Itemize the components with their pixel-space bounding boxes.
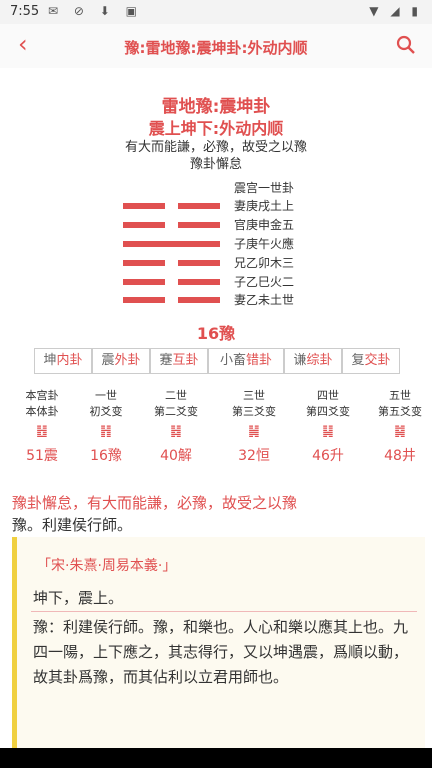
- generation-change: 第五爻变: [378, 405, 422, 418]
- hexagram-symbol-icon: ䷲: [36, 424, 48, 439]
- generation-column[interactable]: 四世 第四爻变 ䷭ 46升: [298, 388, 358, 465]
- related-outer-button[interactable]: 震外卦: [92, 348, 150, 374]
- search-icon[interactable]: [394, 33, 418, 57]
- generation-title: 二世: [165, 389, 187, 402]
- generation-change: 初爻变: [89, 405, 123, 418]
- generation-change: 第四爻变: [306, 405, 350, 418]
- related-type: 内卦: [56, 353, 83, 368]
- generation-hexagram: 16豫: [90, 448, 122, 464]
- notification-icons: ✉ ⊘ ⬇ ▣: [48, 4, 143, 18]
- related-cross-button[interactable]: 复交卦: [342, 348, 400, 374]
- generation-hexagram: 46升: [312, 448, 344, 464]
- commentary-body: 豫：利建侯行師。豫，和樂也。人心和樂以應其上也。九四一陽，上下應之，其志得行，又…: [33, 618, 409, 686]
- hexagram-line-segment: [178, 260, 220, 266]
- related-label: 小畜: [219, 353, 246, 368]
- status-bar: 7:55 ✉ ⊘ ⬇ ▣ ▼ ◢ ▮: [0, 0, 432, 24]
- commentary-heading: 坤下，震上。: [33, 589, 124, 607]
- line-label: 子乙巳火二: [234, 275, 295, 289]
- hexagram-line-segment: [178, 222, 220, 228]
- related-type: 交卦: [364, 353, 391, 368]
- page-title: 豫:雷地豫:震坤卦:外动内顺: [124, 39, 308, 57]
- generation-title: 本宫卦: [25, 389, 59, 402]
- generation-change: 第三爻变: [232, 405, 276, 418]
- commentary-source: 「宋·朱熹·周易本義·」: [37, 558, 177, 574]
- commentary-block: 「宋·朱熹·周易本義·」 坤下，震上。 豫：利建侯行師。豫，和樂也。人心和樂以應…: [12, 537, 425, 748]
- generation-title: 五世: [389, 389, 411, 402]
- system-icons: ▼ ◢ ▮: [369, 4, 422, 18]
- generation-change: 本体卦: [25, 405, 59, 418]
- line-label: 妻庚戌土上: [234, 199, 295, 213]
- generation-hexagram: 51震: [26, 448, 58, 464]
- generation-title: 一世: [95, 389, 117, 402]
- generation-column[interactable]: 一世 初爻变 ䷏ 16豫: [76, 388, 136, 465]
- status-time: 7:55: [10, 4, 40, 19]
- hexagram-line-segment: [123, 222, 165, 228]
- hexagram-symbol-icon: ䷏: [100, 424, 112, 439]
- generation-title: 四世: [317, 389, 339, 402]
- related-label: 蹇: [159, 353, 173, 368]
- palace-label: 震宫一世卦: [234, 181, 295, 195]
- system-nav-bar: [0, 748, 432, 768]
- related-label: 坤: [43, 353, 57, 368]
- related-mutual-button[interactable]: 蹇互卦: [150, 348, 208, 374]
- hexagram-line-segment: [178, 203, 220, 209]
- hexagram-name: 雷地豫:震坤卦: [161, 97, 271, 117]
- related-type: 外卦: [114, 353, 141, 368]
- hexagram-line-segment: [123, 260, 165, 266]
- related-label: 震: [101, 353, 115, 368]
- generation-change: 第二爻变: [154, 405, 198, 418]
- hexagram-line-solid: [123, 241, 220, 247]
- line-label: 官庚申金五: [234, 218, 295, 232]
- hexagram-line-segment: [178, 279, 220, 285]
- related-label: 复: [351, 353, 365, 368]
- judgment-text: 豫。利建侯行師。: [12, 516, 133, 534]
- hexagram-description-2: 豫卦懈怠: [189, 157, 242, 172]
- hexagram-line-segment: [123, 203, 165, 209]
- hexagram-symbol-icon: ䷯: [394, 424, 406, 439]
- hexagram-line-segment: [178, 297, 220, 303]
- related-inner-button[interactable]: 坤内卦: [34, 348, 92, 374]
- generation-column[interactable]: 本宫卦 本体卦 ䷲ 51震: [12, 388, 72, 465]
- line-label: 兄乙卯木三: [234, 256, 295, 270]
- related-label: 谦: [293, 353, 307, 368]
- generation-title: 三世: [243, 389, 265, 402]
- hexagram-symbol-icon: ䷭: [322, 424, 334, 439]
- generation-column[interactable]: 二世 第二爻变 ䷧ 40解: [146, 388, 206, 465]
- line-label: 子庚午火應: [234, 237, 295, 251]
- generation-hexagram: 48井: [384, 448, 416, 464]
- related-type: 互卦: [172, 353, 199, 368]
- generation-column[interactable]: 三世 第三爻变 ䷟ 32恒: [224, 388, 284, 465]
- hexagram-line-segment: [123, 297, 165, 303]
- related-type: 综卦: [306, 353, 333, 368]
- generation-hexagram: 40解: [160, 448, 192, 464]
- hexagram-number: 16豫: [196, 324, 236, 343]
- related-opposite-button[interactable]: 小畜错卦: [208, 348, 284, 374]
- generation-column[interactable]: 五世 第五爻变 ䷯ 48井: [370, 388, 432, 465]
- line-label: 妻乙未土世: [234, 293, 295, 307]
- divider: [31, 611, 417, 612]
- hexagram-symbol-icon: ䷟: [248, 424, 260, 439]
- hexagram-symbol-icon: ䷧: [170, 424, 182, 439]
- generation-hexagram: 32恒: [238, 448, 270, 464]
- related-type: 错卦: [246, 353, 273, 368]
- hexagram-line-segment: [123, 279, 165, 285]
- app-bar: ‹ 豫:雷地豫:震坤卦:外动内顺: [0, 24, 432, 68]
- related-reverse-button[interactable]: 谦综卦: [284, 348, 342, 374]
- sequence-text: 豫卦懈怠，有大而能謙，必豫，故受之以豫: [12, 494, 298, 512]
